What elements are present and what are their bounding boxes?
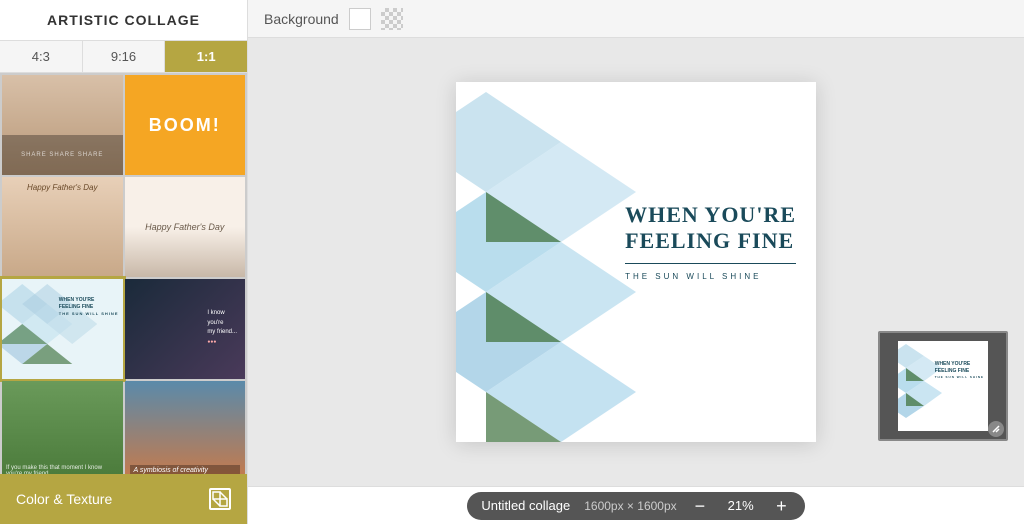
outdoor-green-text: If you make this that moment I know you'… (6, 465, 119, 474)
zoom-in-button[interactable]: + (772, 497, 791, 515)
template-item-7[interactable]: If you make this that moment I know you'… (2, 381, 123, 474)
collage-info-pill: Untitled collage 1600px × 1600px − 21% + (467, 492, 804, 520)
template-item-6[interactable]: I knowyou'remy friend...●●● (125, 279, 246, 379)
white-background-button[interactable] (349, 8, 371, 30)
fathers-day-label: Happy Father's Day (145, 222, 224, 232)
template-item-3[interactable]: Happy Father's Day (2, 177, 123, 277)
template-item-4[interactable]: Happy Father's Day (125, 177, 246, 277)
canvas-wrapper: WHEN YOU'RE FEELING FINE THE SUN WILL SH… (456, 82, 816, 442)
transparent-background-button[interactable] (381, 8, 403, 30)
zoom-level: 21% (723, 498, 758, 513)
ratio-tab-4-3[interactable]: 4:3 (0, 41, 83, 72)
mini-preview-panel: WHEN YOU'REFEELING FINETHE SUN WILL SHIN… (878, 331, 1008, 441)
template-item-8[interactable]: A symbiosis of creativity (125, 381, 246, 474)
ratio-tab-group: 4:3 9:16 1:1 (0, 41, 247, 73)
canvas-title-line2: FEELING FINE (625, 228, 796, 254)
canvas-area[interactable]: WHEN YOU'RE FEELING FINE THE SUN WILL SH… (248, 38, 1024, 486)
template-item-1[interactable]: SHARE SHARE SHARE (2, 75, 123, 175)
ratio-tab-9-16[interactable]: 9:16 (83, 41, 166, 72)
canvas-subtitle: THE SUN WILL SHINE (625, 272, 796, 281)
bottom-bar: Untitled collage 1600px × 1600px − 21% + (248, 486, 1024, 524)
sidebar: ARTISTIC COLLAGE 4:3 9:16 1:1 SHARE SHAR… (0, 0, 248, 524)
mini-resize-handle[interactable] (988, 421, 1004, 437)
app-title: ARTISTIC COLLAGE (0, 0, 247, 41)
ratio-tab-1-1[interactable]: 1:1 (165, 41, 247, 72)
mini-canvas: WHEN YOU'REFEELING FINETHE SUN WILL SHIN… (898, 341, 988, 431)
main-area: Background (248, 0, 1024, 524)
template-grid: SHARE SHARE SHARE BOOM! Happy Father's D… (0, 73, 247, 474)
mini-canvas-text: WHEN YOU'REFEELING FINETHE SUN WILL SHIN… (935, 361, 984, 381)
color-texture-label: Color & Texture (16, 491, 112, 507)
collage-dimensions: 1600px × 1600px (584, 499, 676, 513)
canvas-divider (625, 263, 796, 264)
canvas-text-block: WHEN YOU'RE FEELING FINE THE SUN WILL SH… (625, 202, 796, 281)
color-texture-icon (209, 488, 231, 510)
template-item-2[interactable]: BOOM! (125, 75, 246, 175)
canvas-title-line1: WHEN YOU'RE (625, 202, 796, 228)
boom-label: BOOM! (149, 115, 221, 136)
color-texture-button[interactable]: Color & Texture (0, 474, 247, 524)
zoom-out-button[interactable]: − (691, 497, 710, 515)
background-label: Background (264, 11, 339, 27)
top-bar: Background (248, 0, 1024, 38)
template-item-5-selected[interactable]: WHEN YOU'REFEELING FINETHE SUN WILL SHIN… (2, 279, 123, 379)
collage-name: Untitled collage (481, 498, 570, 513)
